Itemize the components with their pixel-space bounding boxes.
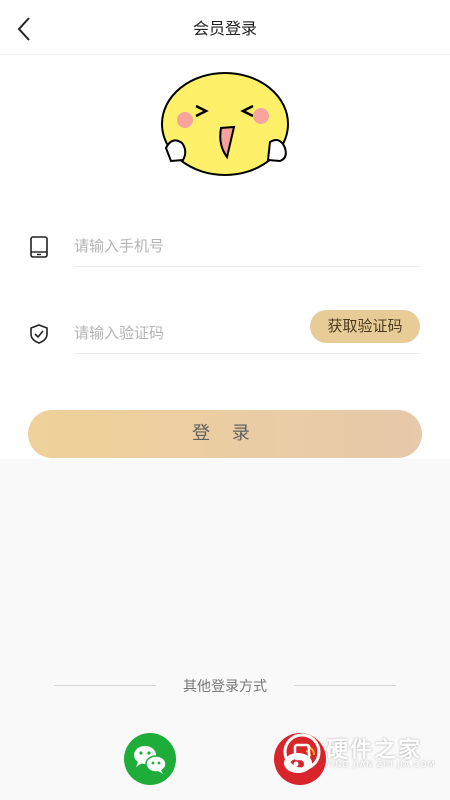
phone-icon [30,236,48,258]
other-login-divider: 其他登录方式 [0,676,450,696]
divider-line-left [54,685,156,686]
phone-input[interactable] [74,233,374,259]
page-title: 会员登录 [192,19,257,38]
get-code-button[interactable]: 获取验证码 [310,310,420,343]
divider [74,353,420,354]
other-login-title: 其他登录方式 [169,679,281,695]
phone-row [28,227,420,267]
mascot-illustration [161,72,289,176]
divider-line-right [294,685,396,686]
code-input[interactable] [74,320,294,346]
login-button[interactable]: 登 录 [28,410,422,458]
divider [74,266,420,267]
header-bar: 会员登录 [0,0,450,55]
watermark-logo-icon [283,733,321,771]
wechat-login-button[interactable] [124,733,176,785]
wechat-icon [134,746,167,774]
code-row: 获取验证码 [28,310,420,354]
watermark: 硬件之家 YING JIAN ZHI JIA.COM [282,732,442,772]
watermark-subtext: YING JIAN ZHI JIA.COM [326,760,436,769]
shield-check-icon [30,324,48,344]
